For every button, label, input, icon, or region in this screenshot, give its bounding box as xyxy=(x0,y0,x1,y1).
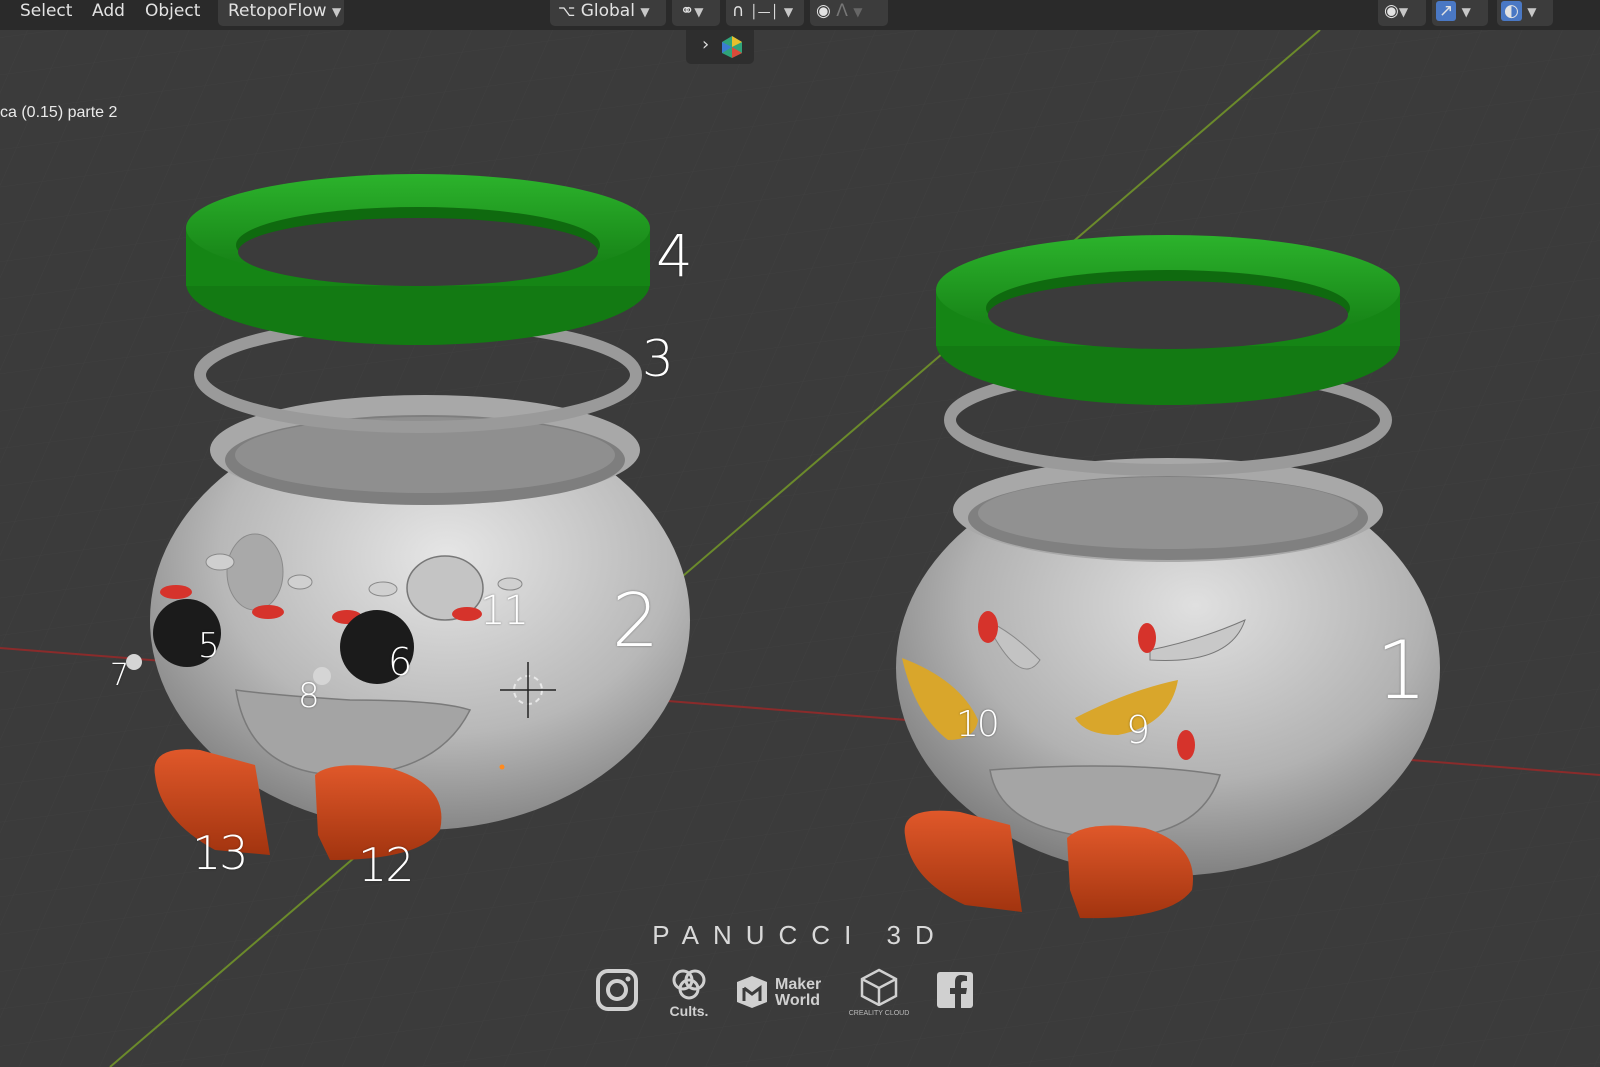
pivot-point-dropdown[interactable]: ⚭▼ xyxy=(672,0,720,26)
visibility-icon: ◉ xyxy=(1384,1,1399,21)
chevron-down-icon: ▼ xyxy=(1527,5,1537,19)
chevron-down-icon: ▼ xyxy=(783,5,794,19)
facebook-icon xyxy=(937,972,973,1008)
annotation-11: 11 xyxy=(480,588,529,634)
overlay-toggle[interactable]: ◐ ▼ xyxy=(1497,0,1553,26)
gizmo-icon: ↗ xyxy=(1436,1,1457,21)
annotation-13: 13 xyxy=(192,826,249,880)
instagram-icon xyxy=(596,969,638,1011)
pot-model-left[interactable] xyxy=(126,174,690,860)
menu-object[interactable]: Object xyxy=(145,0,200,24)
snap-icon: ∩ xyxy=(732,1,745,21)
chevron-down-icon: ▼ xyxy=(1398,5,1409,19)
cults-logo: Cults. xyxy=(664,966,714,1019)
viewport-info-text: ca (0.15) parte 2 xyxy=(0,104,118,121)
annotation-1: 1 xyxy=(1376,624,1427,717)
annotation-10: 10 xyxy=(956,704,1000,745)
chevron-down-icon: ▼ xyxy=(1461,5,1471,19)
viewport-3d[interactable] xyxy=(0,0,1600,1067)
viewport-header: Select Add Object RetopoFlow ▼ ⌥ Global … xyxy=(0,0,1600,30)
makerworld-line1: Maker xyxy=(775,976,822,993)
makerworld-icon xyxy=(737,976,767,1008)
annotation-8: 8 xyxy=(298,676,320,716)
visibility-dropdown[interactable]: ◉▼ xyxy=(1378,0,1426,26)
transform-icon: ⌥ xyxy=(558,2,576,20)
addon-panel-tab[interactable]: › xyxy=(686,30,754,64)
annotation-7: 7 xyxy=(110,658,129,693)
annotation-3: 3 xyxy=(642,330,674,388)
cults-icon xyxy=(672,969,706,1000)
snap-dropdown[interactable]: ∩ │—│ ▼ xyxy=(726,0,804,26)
transform-orientation-dropdown[interactable]: ⌥ Global ▼ xyxy=(550,0,666,26)
pot-model-right[interactable] xyxy=(896,235,1440,919)
chevron-down-icon: ▼ xyxy=(640,5,650,19)
annotation-2: 2 xyxy=(612,578,659,664)
annotation-12: 12 xyxy=(358,838,415,892)
annotation-6: 6 xyxy=(388,640,412,684)
snap-target-icon: │—│ xyxy=(749,5,779,20)
retopoflow-menu[interactable]: RetopoFlow ▼ xyxy=(218,0,344,26)
menu-add[interactable]: Add xyxy=(92,0,125,24)
chevron-right-icon: › xyxy=(702,34,710,55)
falloff-icon: Λ xyxy=(836,1,848,21)
annotation-5: 5 xyxy=(198,626,220,666)
creality-label: CREALITY CLOUD xyxy=(848,1010,910,1017)
chevron-down-icon: ▼ xyxy=(694,5,704,19)
proportional-icon: ◉ xyxy=(816,1,831,21)
transform-orientation-label: Global xyxy=(580,1,635,21)
gem-icon xyxy=(722,36,742,58)
pivot-icon: ⚭ xyxy=(680,1,695,21)
cults-label: Cults. xyxy=(669,1003,709,1019)
overlay-icon: ◐ xyxy=(1501,1,1522,21)
chevron-down-icon: ▼ xyxy=(331,5,342,19)
proportional-edit-button[interactable]: ◉ Λ ▼ xyxy=(810,0,888,26)
blender-window: Select Add Object RetopoFlow ▼ ⌥ Global … xyxy=(0,0,1600,1067)
brand-watermark: PANUCCI 3D xyxy=(652,920,948,950)
creality-logo: CREALITY CLOUD xyxy=(843,968,915,1017)
creality-icon xyxy=(860,968,898,1007)
gizmo-toggle[interactable]: ↗ ▼ xyxy=(1432,0,1488,26)
annotation-9: 9 xyxy=(1126,708,1150,752)
retopoflow-label: RetopoFlow xyxy=(228,1,327,21)
chevron-down-icon: ▼ xyxy=(853,5,863,19)
menu-select[interactable]: Select xyxy=(20,0,72,24)
annotation-4: 4 xyxy=(656,222,693,290)
makerworld-line2: World xyxy=(775,992,821,1009)
